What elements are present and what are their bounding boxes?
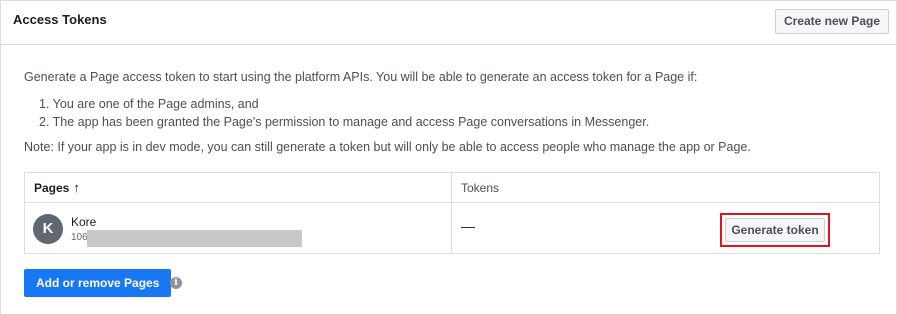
panel-title: Access Tokens [13,12,107,27]
list-item: 2. The app has been granted the Page's p… [39,115,650,129]
intro-text: Generate a Page access token to start us… [24,70,698,84]
requirements-list: 1. You are one of the Page admins, and 2… [39,95,649,131]
generate-token-button[interactable]: Generate token [725,218,825,242]
token-value: — [461,218,475,234]
info-icon[interactable]: i [170,277,182,289]
page-id: 106 [71,232,88,243]
pages-column-header[interactable]: Pages ↑ [34,173,80,203]
table-row: K Kore 106 — Generate token [25,204,879,253]
dev-mode-note: Note: If your app is in dev mode, you ca… [24,140,751,154]
panel-header: Access Tokens Create new Page [1,1,896,45]
pages-header-label: Pages [34,181,70,195]
sort-arrow-up-icon: ↑ [73,180,80,195]
pages-table: Pages ↑ Tokens K Kore 106 — Generate toke… [24,172,880,254]
page-name: Kore [71,215,97,229]
list-item: 1. You are one of the Page admins, and [39,97,259,111]
add-or-remove-pages-button[interactable]: Add or remove Pages [24,269,172,297]
access-tokens-panel: Access Tokens Create new Page Generate a… [0,0,897,314]
table-header: Pages ↑ Tokens [25,173,879,203]
tokens-column-header: Tokens [461,181,500,195]
create-new-page-button[interactable]: Create new Page [774,9,889,34]
avatar: K [33,214,63,244]
redacted-block [87,230,302,247]
highlight-box: Generate token [720,213,830,247]
